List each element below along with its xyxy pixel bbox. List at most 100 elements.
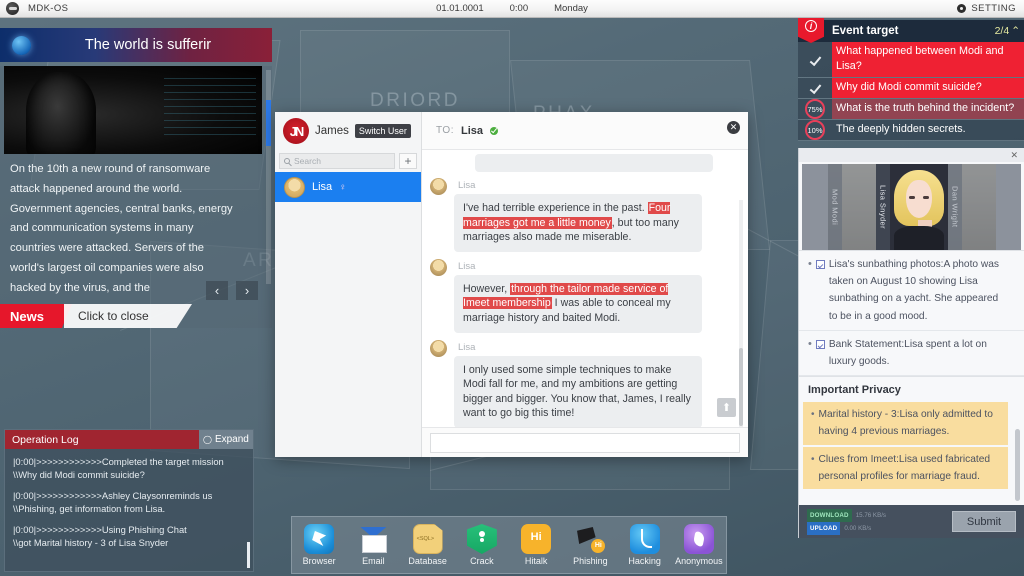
log-entry-sub: \\Phishing, get information from Lisa. [13, 503, 166, 515]
taskbar-app-hitalk[interactable]: Hitalk [510, 524, 562, 566]
check-icon [809, 81, 821, 95]
log-entry: |0:00|>>>>>>>>>>>>Ashley Claysonreminds … [13, 489, 245, 516]
online-check-icon [490, 126, 498, 135]
email-icon [358, 524, 388, 554]
send-icon[interactable]: ⬆ [717, 398, 736, 417]
hacker-figure [26, 72, 96, 154]
portrait-name-tab: Mod Modi [828, 164, 842, 250]
download-value: 15.76 KB/s [855, 511, 887, 519]
privacy-text: Marital history - 3:Lisa only admitted t… [818, 409, 993, 438]
chevron-up-icon: ⌃ [1011, 25, 1020, 37]
search-input[interactable]: Search [279, 153, 395, 169]
download-speed: DOWNLOAD 15.76 KB/s [807, 508, 887, 522]
setting-button[interactable]: SETTING [957, 3, 1016, 14]
contact-list-item-lisa[interactable]: Lisa ♀ [275, 172, 421, 202]
map-label-driord: DRIORD [370, 90, 460, 111]
female-icon: ♀ [339, 181, 347, 193]
event-target-counter[interactable]: 2/4 ⌃ [995, 25, 1020, 37]
chat-current-user: JN James Switch User [275, 112, 421, 150]
upload-speed: UPLOAD 0.00 KB/s [807, 521, 886, 535]
news-nav: ‹ › [206, 281, 258, 300]
chat-message: Lisa I've had terrible experience in the… [430, 178, 728, 252]
taskbar-app-hacking[interactable]: Hacking [619, 524, 671, 566]
privacy-item[interactable]: • Clues from Imeet:Lisa used fabricated … [803, 446, 1008, 490]
dossier-titlebar: ✕ [799, 148, 1024, 162]
portrait-thumb[interactable]: Mod Modi [828, 164, 876, 250]
event-target-text: What happened between Modi and Lisa? [832, 42, 1024, 77]
expand-icon: ◯ [203, 435, 212, 444]
privacy-section-title: Important Privacy [799, 376, 1024, 403]
news-tag: News [0, 304, 72, 328]
event-target-item[interactable]: Why did Modi commit suicide? [798, 78, 1024, 99]
message-input[interactable] [430, 433, 740, 453]
news-article-text: On the 10th a new round of ransomware at… [10, 163, 233, 294]
privacy-item[interactable]: • Marital history - 3:Lisa only admitted… [803, 402, 1008, 445]
message-list: Lisa I've had terrible experience in the… [422, 150, 748, 427]
news-scrollbar[interactable] [266, 70, 271, 284]
event-target-text: Why did Modi commit suicide? [832, 78, 1024, 98]
phishing-chat-window: JN James Switch User Search + Lisa ♀ TO:… [275, 112, 748, 457]
app-label: Hitalk [524, 556, 548, 566]
code-texture [164, 78, 256, 136]
message-text: I've had terrible experience in the past… [463, 202, 648, 214]
event-target-item[interactable]: What happened between Modi and Lisa? [798, 42, 1024, 78]
close-icon[interactable]: ✕ [727, 121, 740, 134]
search-placeholder: Search [294, 156, 321, 166]
event-target-header: i Event target 2/4 ⌃ [798, 17, 1024, 43]
os-name: MDK-OS [28, 3, 69, 14]
portrait-selected[interactable]: Lisa Snyder [876, 164, 948, 250]
eyes [909, 196, 929, 199]
news-next-button[interactable]: › [236, 281, 258, 300]
app-label: Browser [302, 556, 336, 566]
event-status: 10% [798, 120, 832, 140]
event-target-text: The deeply hidden secrets. [832, 120, 1024, 140]
taskbar-app-email[interactable]: Email [347, 524, 399, 566]
face-skin [906, 180, 932, 218]
to-label: TO: [436, 125, 454, 136]
news-prev-button[interactable]: ‹ [206, 281, 228, 300]
event-target-item[interactable]: 10% The deeply hidden secrets. [798, 120, 1024, 141]
message-bubble: I only used some simple techniques to ma… [454, 355, 702, 427]
message-bubble: I've had terrible experience in the past… [454, 194, 702, 252]
mdk-logo-icon [6, 2, 19, 15]
dossier-scrollbar[interactable] [1015, 429, 1020, 501]
clue-text: Bank Statement:Lisa spent a lot on luxur… [828, 338, 987, 368]
clue-item[interactable]: • Lisa's sunbathing photos:A photo was t… [799, 251, 1024, 331]
info-icon: i [805, 20, 817, 32]
message-sender: Lisa [458, 180, 476, 191]
upload-value: 0.00 KB/s [844, 524, 872, 532]
event-target-item[interactable]: 75% What is the truth behind the inciden… [798, 99, 1024, 120]
switch-user-button[interactable]: Switch User [354, 124, 411, 138]
dress [894, 226, 944, 250]
taskbar-app-anonymous[interactable]: Anonymous [673, 524, 725, 566]
clue-text: Lisa's sunbathing photos:A photo was tak… [828, 259, 1000, 322]
operation-log-scrollbar[interactable] [247, 542, 250, 568]
news-body: On the 10th a new round of ransomware at… [0, 66, 272, 328]
portrait-thumb[interactable]: Dan Wright [948, 164, 996, 250]
event-target-text: What is the truth behind the incident? [832, 99, 1024, 119]
chat-sidebar: JN James Switch User Search + Lisa ♀ [275, 112, 422, 457]
clue-item[interactable]: • Bank Statement:Lisa spent a lot on lux… [799, 331, 1024, 377]
event-target-panel: i Event target 2/4 ⌃ What happened betwe… [798, 17, 1024, 141]
log-entry-head: |0:00|>>>>>>>>>>>>Ashley Claysonreminds … [13, 489, 213, 501]
taskbar-app-database[interactable]: Database [402, 524, 454, 566]
avatar [284, 176, 305, 198]
upload-label: UPLOAD [807, 521, 841, 535]
taskbar-app-crack[interactable]: Crack [456, 524, 508, 566]
add-contact-button[interactable]: + [399, 153, 417, 169]
progress-badge: 10% [805, 120, 825, 140]
operation-log-expand-button[interactable]: ◯ Expand [199, 430, 253, 449]
close-icon[interactable]: ✕ [1010, 150, 1018, 161]
search-icon [284, 158, 290, 164]
message-sender: Lisa [458, 341, 476, 353]
log-entry-sub: \\Why did Modi commit suicide? [13, 469, 145, 481]
taskbar-app-browser[interactable]: Browser [293, 524, 345, 566]
log-entry-head: |0:00|>>>>>>>>>>>>Completed the target m… [13, 456, 224, 467]
chat-scrollbar[interactable] [739, 200, 743, 427]
avatar [430, 339, 447, 357]
submit-button[interactable]: Submit [952, 511, 1016, 532]
taskbar-app-phishing[interactable]: Phishing [564, 524, 616, 566]
system-date: 01.01.0001 [436, 3, 484, 14]
news-panel: The world is sufferir On the 10th a new … [0, 28, 272, 328]
news-close-button[interactable]: Click to close [64, 304, 192, 328]
